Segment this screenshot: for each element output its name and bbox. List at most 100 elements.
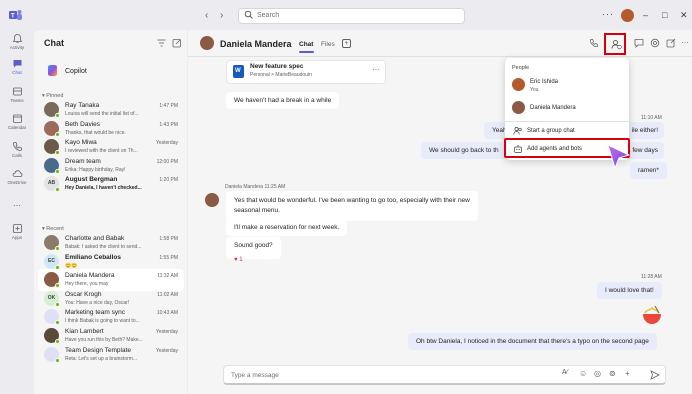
chat-time: 1:43 PM — [159, 121, 178, 128]
bell-icon — [12, 34, 22, 43]
chat-preview: I think Babak is going to want to... — [65, 318, 140, 325]
more-options-icon[interactable]: ··· — [602, 9, 614, 19]
rail-calendar[interactable]: Calendar — [0, 113, 34, 130]
file-path: Personal > MarieBeaudouin — [250, 72, 312, 78]
chat-name: Ray Tanaka — [65, 102, 100, 109]
chat-preview: Erika: Happy birthday, Ray! — [65, 166, 126, 173]
call-icon[interactable] — [589, 38, 599, 48]
chat-bubble-icon[interactable] — [634, 38, 644, 48]
loop-icon[interactable] — [650, 38, 660, 48]
svg-text:T: T — [11, 14, 15, 20]
chat-time: 1:20 PM — [159, 177, 178, 184]
chat-preview: Babak: I asked the client to send... — [65, 244, 142, 250]
chat-name: Marketing team sync — [65, 309, 125, 317]
message-text-line: Yes that would be wonderful. I've been w… — [234, 197, 470, 204]
phone-icon — [12, 142, 22, 151]
chat-preview: Louisa will send the initial list of... — [65, 111, 139, 117]
chat-time: Yesterday — [155, 140, 178, 147]
avatar — [44, 309, 60, 326]
copilot-icon — [48, 65, 57, 76]
chat-time: 11:02 AM — [157, 291, 178, 298]
send-icon[interactable] — [650, 370, 660, 380]
minimize-icon[interactable]: – — [643, 10, 648, 20]
chat-time: 10:43 AM — [156, 310, 178, 317]
file-title: New feature spec — [250, 63, 304, 70]
more-options-icon[interactable]: ··· — [681, 38, 689, 47]
avatar — [44, 235, 60, 251]
rail-onedrive[interactable]: OneDrive — [0, 168, 34, 185]
rail-chat[interactable]: Chat — [0, 58, 34, 75]
rail-label: Teams — [10, 98, 24, 103]
avatar: OK — [44, 290, 60, 307]
chat-preview: Have you run this by Beth? Make... — [65, 337, 143, 343]
chat-time: 12:00 PM — [156, 158, 178, 165]
chat-name: Daniela Mandera — [65, 272, 115, 280]
chat-name: Team Design Template — [65, 346, 131, 354]
rail-label: Calls — [11, 153, 22, 158]
close-icon[interactable]: ✕ — [680, 10, 688, 21]
avatar — [44, 272, 60, 289]
chat-icon — [13, 60, 21, 68]
dropdown-divider — [505, 121, 629, 122]
chat-list-item[interactable]: AB August Bergman Hey Daniela, I haven't c… — [38, 173, 184, 195]
my-avatar[interactable] — [621, 9, 634, 22]
contact-avatar[interactable] — [200, 36, 214, 50]
person-name[interactable]: Eric Ishida — [530, 79, 558, 85]
search-icon — [244, 10, 253, 19]
avatar — [44, 157, 60, 174]
maximize-icon[interactable]: □ — [662, 10, 667, 20]
tab-files[interactable]: Files — [321, 41, 335, 48]
format-icon[interactable]: A⁄ — [562, 369, 568, 376]
rail-apps[interactable]: Apps — [0, 223, 34, 240]
chat-name: Beth Davies — [65, 120, 101, 128]
sender-avatar[interactable] — [205, 193, 219, 207]
emoji-icon[interactable]: ☺ — [579, 369, 587, 378]
person-name[interactable]: Daniela Mandera — [530, 105, 576, 111]
start-group-chat-item[interactable]: Start a group chat — [527, 128, 575, 134]
compose-placeholder: Type a message — [231, 372, 279, 379]
presence-available-icon — [55, 357, 60, 363]
app-rail — [0, 30, 34, 394]
new-chat-icon[interactable] — [172, 38, 182, 48]
copilot-row[interactable] — [38, 63, 184, 79]
loop-component-icon[interactable]: ⊚ — [609, 369, 616, 378]
message-text: We should go back to th — [429, 147, 499, 154]
apps-icon — [12, 224, 22, 233]
rail-label: Apps — [11, 235, 23, 240]
chat-list-item[interactable]: Team Design Template Reta: Let's set up a… — [38, 344, 184, 366]
forward-arrow-icon[interactable]: › — [220, 10, 223, 21]
rail-label: Chat — [12, 70, 22, 75]
chat-name: Kian Lambert — [65, 328, 104, 335]
file-more-icon[interactable]: ··· — [372, 65, 380, 74]
rail-activity[interactable]: Activity — [0, 33, 34, 50]
teams-icon — [12, 87, 22, 96]
rail-label: Activity — [9, 45, 25, 50]
heart-reaction[interactable]: ♥ 1 — [234, 257, 243, 263]
tab-chat[interactable]: Chat — [299, 41, 313, 48]
attach-plus-icon[interactable]: + — [625, 369, 630, 378]
chat-preview: Hey there, you may — [65, 281, 109, 288]
avatar: AB — [44, 176, 60, 193]
gif-icon[interactable]: ◎ — [594, 369, 601, 378]
avatar — [44, 120, 60, 137]
message-bubble: I'll make a reservation for next week. — [226, 219, 348, 236]
search-placeholder: Search — [257, 12, 280, 19]
rail-teams[interactable]: Teams — [0, 86, 34, 103]
pop-out-icon[interactable] — [666, 38, 676, 48]
calendar-icon — [12, 114, 22, 123]
back-arrow-icon[interactable]: ‹ — [205, 10, 208, 21]
chat-time: Yesterday — [155, 329, 178, 335]
avatar — [44, 139, 60, 156]
rail-more[interactable]: ··· — [0, 200, 34, 210]
contact-name: Daniela Mandera — [220, 39, 292, 49]
add-tab-icon[interactable]: + — [342, 39, 351, 48]
avatar — [44, 102, 60, 118]
rail-calls[interactable]: Calls — [0, 141, 34, 158]
chat-preview: 😊😊 — [65, 262, 78, 269]
message-text-line: seasonal menu. — [234, 207, 280, 214]
filter-icon[interactable] — [157, 39, 166, 47]
avatar-initials: AB — [47, 180, 56, 187]
avatar-initials: OK — [47, 294, 56, 301]
person-avatar — [512, 101, 525, 114]
sender-name-time: Daniela Mandera 11:25 AM — [225, 184, 286, 190]
